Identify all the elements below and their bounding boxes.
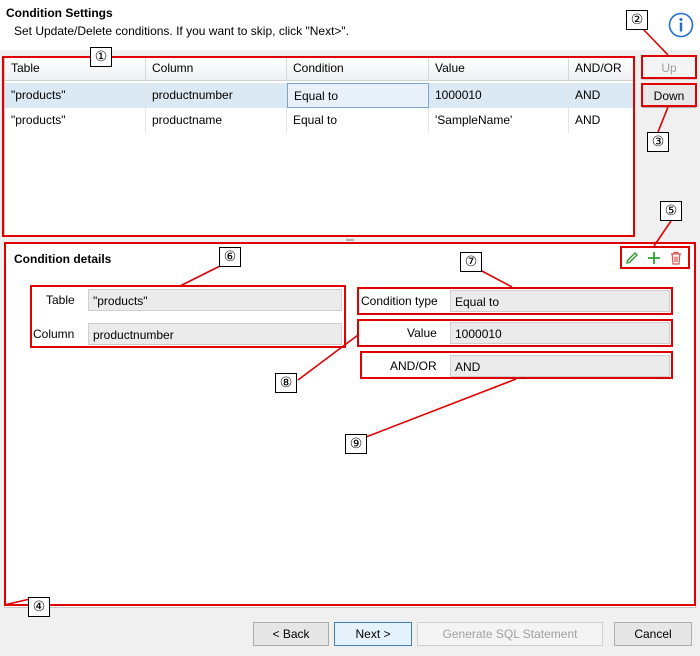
page-title: Condition Settings [6, 6, 113, 20]
add-icon[interactable] [646, 250, 662, 266]
cell-column: productnumber [146, 83, 287, 108]
table-row[interactable]: "products" productnumber Equal to 100001… [5, 83, 633, 108]
cell-andor: AND [575, 113, 601, 127]
annotation-marker-8: ⑧ [275, 373, 297, 393]
cell-table: "products" [5, 83, 146, 108]
up-button[interactable]: Up [642, 56, 696, 80]
column-header-column[interactable]: Column [146, 57, 287, 81]
condition-type-field[interactable]: Equal to [450, 290, 670, 312]
table-row[interactable]: "products" productname Equal to 'SampleN… [5, 108, 633, 133]
annotation-marker-1: ① [90, 47, 112, 67]
column-header-value[interactable]: Value [429, 57, 569, 81]
splitter-handle[interactable] [346, 239, 354, 241]
andor-label: AND/OR [390, 359, 437, 373]
back-button[interactable]: < Back [253, 622, 329, 646]
annotation-marker-7: ⑦ [460, 252, 482, 272]
details-title: Condition details [14, 252, 112, 266]
annotation-marker-4: ④ [28, 597, 50, 617]
annotation-marker-9: ⑨ [345, 434, 367, 454]
annotation-marker-5: ⑤ [660, 201, 682, 221]
table-field[interactable]: "products" [88, 289, 342, 311]
delete-icon[interactable] [668, 250, 684, 266]
column-field[interactable]: productnumber [88, 323, 342, 345]
column-header-table[interactable]: Table [5, 57, 146, 81]
info-icon[interactable] [668, 12, 694, 38]
conditions-table[interactable]: Table Column Condition Value AND/OR "pro… [4, 56, 634, 236]
cell-value: 1000010 [429, 83, 569, 108]
generate-sql-button[interactable]: Generate SQL Statement [417, 622, 603, 646]
column-header-andor[interactable]: AND/OR [569, 57, 633, 81]
cell-andor: AND [575, 88, 601, 102]
down-button[interactable]: Down [642, 84, 696, 108]
cell-condition: Equal to [287, 108, 429, 133]
cancel-button[interactable]: Cancel [614, 622, 692, 646]
condition-type-label: Condition type [361, 294, 438, 308]
annotation-marker-3: ③ [647, 132, 669, 152]
cell-table: "products" [5, 108, 146, 133]
edit-icon[interactable] [624, 250, 640, 266]
column-header-condition[interactable]: Condition [287, 57, 429, 81]
cell-value: 'SampleName' [429, 108, 569, 133]
cell-condition[interactable]: Equal to [287, 83, 429, 108]
value-field[interactable]: 1000010 [450, 322, 670, 344]
cell-column: productname [146, 108, 287, 133]
page-subtitle: Set Update/Delete conditions. If you wan… [14, 24, 350, 38]
annotation-marker-2: ② [626, 10, 648, 30]
andor-field[interactable]: AND [450, 355, 670, 377]
table-label: Table [46, 293, 75, 307]
value-label: Value [407, 326, 437, 340]
column-label: Column [33, 327, 75, 341]
next-button[interactable]: Next > [334, 622, 412, 646]
annotation-marker-6: ⑥ [219, 247, 241, 267]
